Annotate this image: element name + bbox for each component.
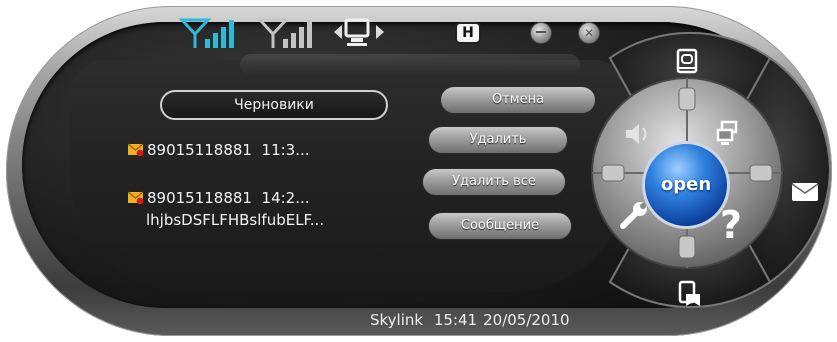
message-number: 89015118881 [147, 189, 252, 207]
message-time: 11:3... [261, 141, 310, 159]
status-time: 15:41 [433, 311, 478, 329]
connection-status[interactable] [330, 14, 388, 50]
delete-all-button[interactable]: Удалить все [422, 168, 566, 196]
message-number: 89015118881 [147, 141, 252, 159]
signal-antenna-icon [178, 18, 234, 48]
folder-title: Черновики [160, 90, 388, 120]
cancel-button[interactable]: Отмена [440, 86, 596, 114]
minimize-icon [536, 31, 546, 33]
h-button[interactable]: H [455, 22, 481, 44]
signal-indicator-active [178, 12, 248, 52]
status-bar: Skylink 15:41 20/05/2010 [370, 310, 576, 330]
delete-button[interactable]: Удалить [428, 126, 568, 154]
skylink-widget: H ✕ Черновики 89015118881 11:3... 890151… [0, 0, 837, 342]
help-icon[interactable]: ? [720, 203, 742, 247]
operator-name: Skylink [370, 311, 424, 329]
minimize-button[interactable] [530, 22, 552, 44]
message-time: 14:2... [261, 189, 310, 207]
open-button[interactable]: open [642, 141, 730, 229]
glare-decoration [240, 54, 580, 76]
signal-indicator-inactive [256, 12, 326, 52]
list-item[interactable]: 89015118881 14:2... lhjbsDSFLFHBslfubELF… [127, 188, 324, 229]
status-date: 20/05/2010 [483, 311, 570, 329]
draft-envelope-icon [127, 142, 144, 157]
draft-envelope-icon [127, 190, 144, 205]
message-preview: lhjbsDSFLFHBslfubELF... [146, 211, 325, 229]
signal-antenna-icon [256, 18, 312, 48]
list-item[interactable]: 89015118881 11:3... [127, 140, 310, 160]
computer-connection-icon [334, 18, 384, 46]
message-button[interactable]: Сообщение [428, 212, 572, 240]
sms-envelope-icon [791, 183, 819, 201]
